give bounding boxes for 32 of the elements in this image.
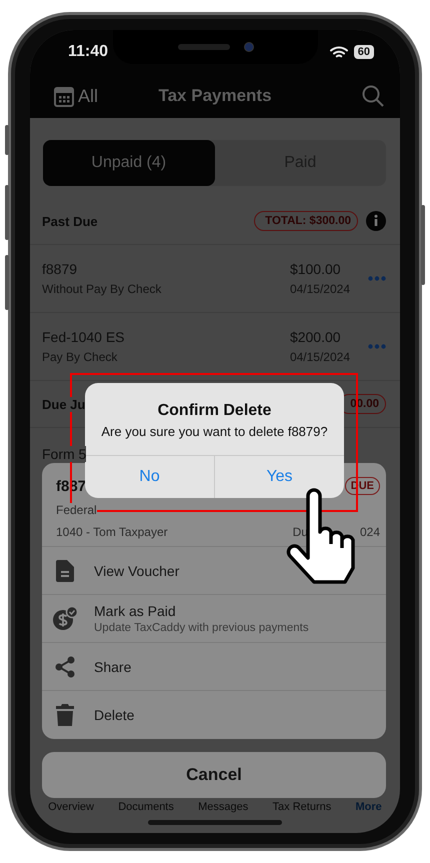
calendar-icon [54, 85, 74, 107]
menu-item[interactable]: Delete [42, 691, 386, 739]
due-date: 024 [360, 525, 380, 539]
tab-bar-item[interactable]: Messages [198, 801, 248, 813]
cancel-button[interactable]: Cancel [42, 752, 386, 798]
menu-item[interactable]: Share [42, 643, 386, 691]
dialog-button[interactable]: No [85, 456, 214, 498]
payment-amount: $200.00 [290, 329, 342, 345]
battery-indicator: 60 [354, 45, 374, 59]
payment-name: Fed-1040 ES [42, 329, 126, 345]
status-time: 11:40 [68, 43, 108, 61]
tab-bar-item[interactable]: More [356, 801, 382, 813]
payment-name: f8879 [42, 261, 78, 277]
dialog-message: Are you sure you want to delete f8879? [100, 424, 329, 439]
payment-owner: 1040 - Tom Taxpayer [56, 525, 168, 539]
tab-bar-item[interactable]: Documents [118, 801, 174, 813]
dollar-check-icon [52, 606, 78, 632]
screen-title: Tax Payments [157, 86, 273, 106]
payment-amount: $100.00 [290, 261, 342, 277]
search-icon[interactable] [362, 85, 384, 107]
wifi-icon [330, 46, 348, 58]
filter-button[interactable]: All [54, 85, 98, 107]
payment-name: Form 5 [42, 446, 86, 462]
segment-tab[interactable]: Unpaid (4) [43, 140, 214, 186]
payment-type: Federal [56, 503, 97, 517]
info-icon[interactable] [366, 211, 386, 231]
total-badge: TOTAL: $300.00 [254, 211, 358, 231]
section-title: Due Ju [42, 396, 86, 412]
tab-bar-item[interactable]: Overview [48, 801, 94, 813]
tab-bar-item[interactable]: Tax Returns [272, 801, 332, 813]
dialog-title: Confirm Delete [156, 402, 272, 420]
menu-item[interactable]: Mark as Paid Update TaxCaddy with previous payments [42, 595, 386, 643]
